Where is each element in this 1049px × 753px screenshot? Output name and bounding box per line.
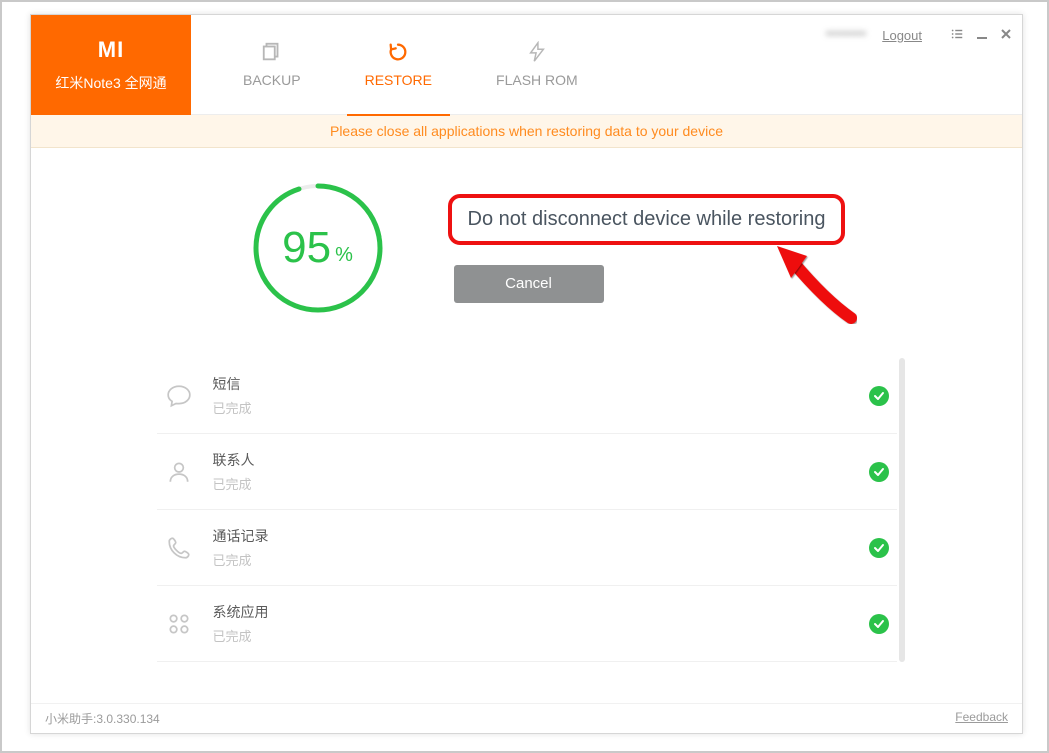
tab-label: RESTORE	[365, 72, 432, 88]
bolt-icon	[526, 41, 548, 66]
list-item-subtitle: 已完成	[213, 626, 849, 645]
progress-text-column: Do not disconnect device while restoring…	[448, 194, 846, 303]
list-item-subtitle: 已完成	[213, 398, 849, 417]
mi-logo-icon: MI	[98, 37, 124, 63]
progress-percent-label: 95 %	[248, 178, 388, 318]
menu-list-icon[interactable]	[950, 27, 964, 44]
main-content: 95 % Do not disconnect device while rest…	[31, 148, 1022, 662]
list-item: 通话记录 已完成	[157, 510, 897, 586]
list-item-text: 联系人 已完成	[213, 450, 849, 493]
restore-icon	[387, 41, 409, 66]
window-controls: ******** Logout	[826, 27, 1012, 44]
check-icon	[869, 386, 889, 406]
tab-restore[interactable]: RESTORE	[353, 15, 444, 115]
device-tile[interactable]: MI 红米Note3 全网通	[31, 15, 191, 115]
chat-icon	[165, 382, 193, 410]
cancel-button[interactable]: Cancel	[454, 265, 604, 303]
list-item-title: 系统应用	[213, 602, 849, 622]
notice-bar: Please close all applications when resto…	[31, 115, 1022, 148]
progress-area: 95 % Do not disconnect device while rest…	[71, 178, 982, 318]
header: MI 红米Note3 全网通 BACKUP RESTORE FLASH R	[31, 15, 1022, 115]
scrollbar[interactable]	[899, 358, 905, 662]
apps-icon	[165, 610, 193, 638]
annotation-arrow-icon	[765, 240, 865, 330]
check-icon	[869, 538, 889, 558]
tab-label: BACKUP	[243, 72, 301, 88]
copy-icon	[261, 41, 283, 66]
percent-symbol: %	[335, 244, 353, 267]
app-window: MI 红米Note3 全网通 BACKUP RESTORE FLASH R	[30, 14, 1023, 734]
list-item: 系统应用 已完成	[157, 586, 897, 662]
feedback-link[interactable]: Feedback	[955, 710, 1008, 727]
list-item-subtitle: 已完成	[213, 550, 849, 569]
footer: 小米助手:3.0.330.134 Feedback	[31, 703, 1022, 733]
restore-item-list: 短信 已完成 联系人 已完成 通话记录 已完成	[157, 358, 897, 662]
device-name: 红米Note3 全网通	[55, 73, 166, 93]
tab-backup[interactable]: BACKUP	[231, 15, 313, 115]
list-item: 短信 已完成	[157, 358, 897, 434]
person-icon	[165, 458, 193, 486]
list-item-subtitle: 已完成	[213, 474, 849, 493]
list-item-text: 系统应用 已完成	[213, 602, 849, 645]
list-item: 联系人 已完成	[157, 434, 897, 510]
tab-flash-rom[interactable]: FLASH ROM	[484, 15, 590, 115]
username-label: ********	[826, 28, 866, 43]
minimize-icon[interactable]	[976, 28, 988, 43]
progress-value: 95	[282, 223, 331, 273]
check-icon	[869, 614, 889, 634]
list-item-text: 短信 已完成	[213, 374, 849, 417]
list-item-title: 短信	[213, 374, 849, 394]
list-item-title: 联系人	[213, 450, 849, 470]
tab-label: FLASH ROM	[496, 72, 578, 88]
list-item-title: 通话记录	[213, 526, 849, 546]
phone-icon	[165, 534, 193, 562]
version-label: 小米助手:3.0.330.134	[45, 710, 160, 727]
logout-link[interactable]: Logout	[882, 28, 922, 43]
progress-ring: 95 %	[248, 178, 388, 318]
check-icon	[869, 462, 889, 482]
close-icon[interactable]	[1000, 28, 1012, 43]
list-item-text: 通话记录 已完成	[213, 526, 849, 569]
warning-callout: Do not disconnect device while restoring	[448, 194, 846, 245]
